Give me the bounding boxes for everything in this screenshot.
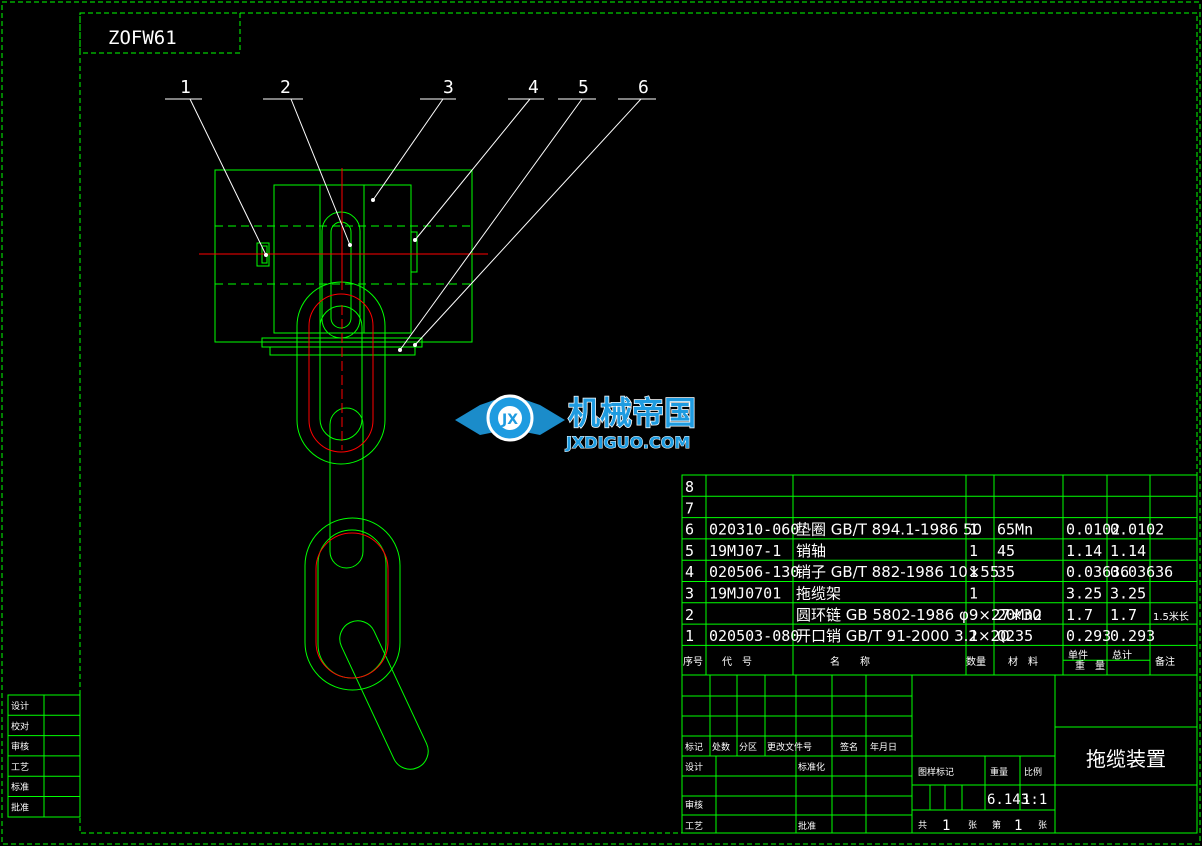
bom-cell-total_w: 1.14: [1110, 542, 1146, 560]
bom-cell-note: 1.5米长: [1153, 610, 1189, 623]
tb-standardize: 标准化: [798, 761, 825, 773]
bom-cell-unit_w: 0.293: [1066, 627, 1111, 645]
bom-cell-unit_w: 3.25: [1066, 585, 1102, 603]
bom-cell-name: 拖缆架: [796, 585, 841, 603]
left-strip-label: 标准: [11, 781, 29, 793]
bom-cell-material: Q235: [997, 627, 1033, 645]
bom-cell-code: 020310-060: [709, 521, 799, 539]
bom-header-weight: 重 量: [1075, 659, 1105, 672]
bom-cell-total_w: 0.03636: [1110, 563, 1173, 581]
tb-date: 年月日: [870, 741, 897, 753]
bom-cell-qty: 1: [969, 542, 978, 560]
callout-4: 4: [528, 77, 539, 98]
watermark: JX 机械帝国 JXDIGUO.COM: [455, 393, 697, 453]
bom-header-no: 序号: [683, 655, 703, 668]
tb-sheet-total-label: 共: [918, 820, 927, 831]
left-strip-table: 设计校对审核工艺标准批准: [7, 694, 81, 818]
bom-cell-no: 3: [685, 585, 694, 603]
tb-review: 审核: [685, 799, 703, 811]
tb-scale-label: 比例: [1024, 766, 1042, 778]
bom-cell-code: 19MJ0701: [709, 585, 781, 603]
chain-link-1: [296, 281, 386, 465]
bom-cell-total_w: 0.0102: [1110, 521, 1164, 539]
tb-drawing-title: 拖缆装置: [1086, 747, 1166, 771]
bom-cell-code: 19MJ07-1: [709, 542, 781, 560]
tb-sheet-total: 1: [942, 818, 950, 834]
bom-cell-no: 2: [685, 606, 694, 624]
bom-header-material: 材 料: [1008, 655, 1038, 668]
bom-cell-total_w: 0.293: [1110, 627, 1155, 645]
tb-count: 处数: [712, 741, 730, 753]
callout-6: 6: [638, 77, 649, 98]
callout-5: 5: [578, 77, 589, 98]
bom-cell-no: 6: [685, 521, 694, 539]
bom-cell-code: 020503-080: [709, 627, 799, 645]
bom-cell-qty: 1: [969, 521, 978, 539]
bom-cell-unit_w: 1.7: [1066, 606, 1093, 624]
tb-change-doc: 更改文件号: [767, 741, 812, 753]
bom-cell-qty: 1: [969, 627, 978, 645]
tb-zone: 分区: [739, 742, 757, 753]
centerlines: [199, 168, 488, 679]
tb-stage-mark: 图样标记: [918, 766, 954, 778]
tb-approve: 批准: [798, 820, 816, 832]
bom-cell-material: 45: [997, 542, 1015, 560]
tb-design: 设计: [685, 761, 703, 773]
bom-header-note: 备注: [1155, 655, 1175, 668]
bom-cell-no: 8: [685, 478, 694, 496]
bom-cell-material: 20Mn2: [997, 606, 1042, 624]
chain-link-4: [339, 620, 429, 770]
bom-cell-code: 020506-130: [709, 563, 799, 581]
bom-cell-total_w: 3.25: [1110, 585, 1146, 603]
left-strip-label: 工艺: [11, 762, 29, 773]
left-strip-label: 设计: [11, 700, 29, 712]
tb-sheet-no: 1: [1014, 818, 1022, 834]
code-box-text: ZOFW61: [108, 27, 177, 49]
bom-header-name: 名 称: [830, 655, 870, 668]
bom-cell-no: 7: [685, 499, 694, 517]
bom-header-unit-weight: 单件: [1068, 649, 1088, 661]
left-strip-label: 校对: [11, 720, 29, 732]
tb-mark: 标记: [685, 741, 703, 753]
cad-drawing: ZOFW61 设计校对审核工艺标准批准 1 2 3 4 5 6 JX 机械帝国 …: [1, 1, 1201, 845]
title-block: 标记 处数 分区 更改文件号 签名 年月日设计 标准化审核工艺 批准图样标记 重量 比例6.143…: [681, 674, 1198, 834]
bom-cell-material: 35: [997, 563, 1015, 581]
bom-cell-total_w: 1.7: [1110, 606, 1137, 624]
left-strip-label: 审核: [11, 741, 29, 753]
bom-cell-qty: 1: [969, 585, 978, 603]
tb-process: 工艺: [685, 821, 703, 832]
bom-cell-no: 4: [685, 563, 694, 581]
callout-1: 1: [180, 77, 191, 98]
tb-sign: 签名: [840, 741, 858, 753]
winged-gear-logo: JX: [455, 394, 565, 442]
callout-3: 3: [443, 77, 454, 98]
tb-sheet-label: 张: [968, 820, 977, 831]
small-link: [321, 211, 361, 339]
bracket-body: [214, 169, 473, 343]
bom-header-qty: 数量: [966, 655, 986, 668]
bom-cell-material: 65Mn: [997, 521, 1033, 539]
watermark-text-cn: 机械帝国: [568, 394, 696, 432]
bom-cell-name: 销轴: [796, 542, 826, 560]
bom-cell-no: 1: [685, 627, 694, 645]
bom-header-code: 代 号: [722, 656, 752, 668]
bom-cell-qty: 1: [969, 563, 978, 581]
bom-cell-no: 5: [685, 542, 694, 560]
logo-text: JX: [501, 412, 518, 428]
bom-table: 876 020310-060垫圈 GB/T 894.1-1986 501 65Mn 0…: [681, 474, 1198, 676]
tb-sheet-label-2: 张: [1038, 820, 1047, 831]
left-strip-label: 批准: [11, 802, 29, 814]
callout-2: 2: [280, 77, 291, 98]
tb-sheet-no-label: 第: [992, 819, 1001, 831]
towing-device-drawing: [214, 169, 473, 770]
watermark-text-en: JXDIGUO.COM: [565, 433, 690, 452]
callout-numbers: 1 2 3 4 5 6: [180, 77, 649, 98]
bom-cell-unit_w: 1.14: [1066, 542, 1102, 560]
bom-cell-name: 垫圈 GB/T 894.1-1986 50: [796, 521, 982, 539]
tb-scale-value: 1:1: [1022, 792, 1047, 808]
bom-header-total-weight: 总计: [1112, 648, 1132, 661]
tb-weight-label: 重量: [990, 766, 1008, 778]
